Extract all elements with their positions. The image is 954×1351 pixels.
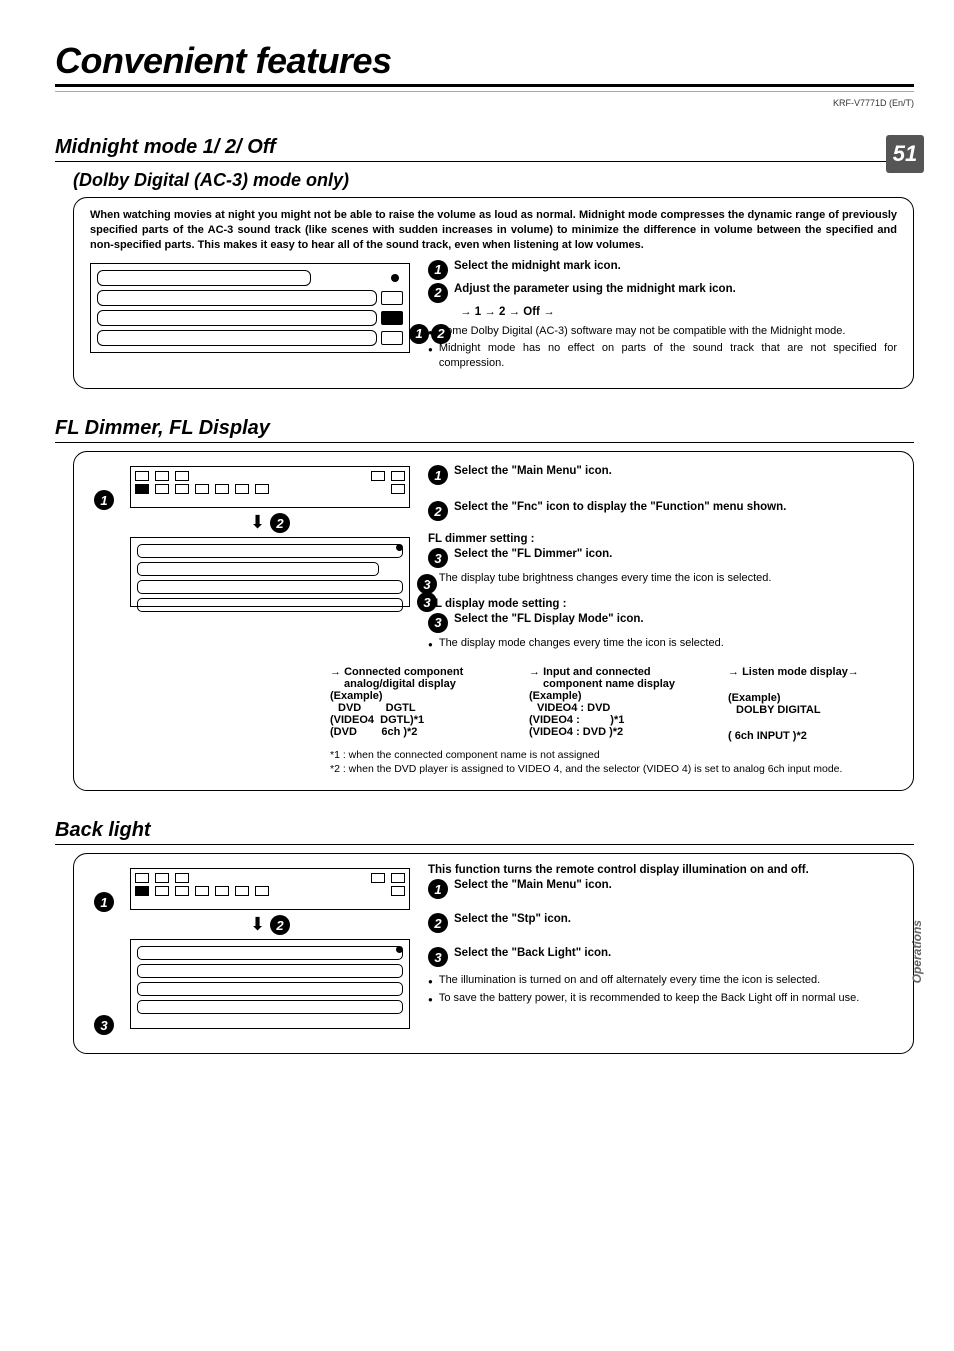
fl-display-head: FL display mode setting : <box>428 598 897 610</box>
fl-col2-example: (Example) <box>529 690 698 702</box>
callout-2: 2 <box>431 324 451 344</box>
midnight-subheading: (Dolby Digital (AC-3) mode only) <box>73 170 914 191</box>
title-rule-thick <box>55 84 914 87</box>
fl-dimmer-head: FL dimmer setting : <box>428 533 897 545</box>
fl-col3-h1: Listen mode display→ <box>742 666 859 678</box>
down-arrow-icon: ⬇ 2 <box>130 914 410 935</box>
fl-col2-l3: (VIDEO4 : DVD )*2 <box>529 726 698 738</box>
title-rule-thin <box>55 91 914 92</box>
bl-callout-1: 1 <box>94 892 114 912</box>
fl-col2-h1: Input and connected <box>543 666 651 678</box>
document-id: KRF-V7771D (En/T) <box>55 98 914 108</box>
midnight-box: When watching movies at night you might … <box>73 197 914 389</box>
bullet-icon <box>428 973 433 988</box>
bullet-icon <box>428 991 433 1006</box>
fl-col1-l1: DVD DGTL <box>338 702 499 714</box>
fl-callout-2: 2 <box>270 513 290 533</box>
fl-remote-body: 3 3 <box>130 537 410 607</box>
fl-footnote2: *2 : when the DVD player is assigned to … <box>330 762 897 776</box>
midnight-note1: Some Dolby Digital (AC-3) software may n… <box>439 324 846 339</box>
midnight-step2: Adjust the parameter using the midnight … <box>454 283 736 295</box>
fl-step3b: Select the "FL Display Mode" icon. <box>454 613 644 625</box>
backlight-step3: Select the "Back Light" icon. <box>454 947 611 959</box>
fl-box: 1 ⬇ 2 3 3 1Select the "Main Menu" icon. … <box>73 451 914 791</box>
bl-remote-body <box>130 939 410 1029</box>
bl-step-bubble-1: 1 <box>428 879 448 899</box>
down-arrow-icon: ⬇ 2 <box>130 512 410 533</box>
fl-col2-l1: VIDEO4 : DVD <box>537 702 698 714</box>
bullet-icon <box>428 571 433 586</box>
fl-col3-l1: DOLBY DIGITAL <box>736 704 897 716</box>
fl-step1: Select the "Main Menu" icon. <box>454 465 612 477</box>
fl-col2-h2: component name display <box>543 678 698 690</box>
bullet-icon <box>428 341 433 371</box>
backlight-box: 1 ⬇ 2 3 This function turns the remote c… <box>73 853 914 1054</box>
fl-col1-example: (Example) <box>330 690 499 702</box>
fl-callout-1: 1 <box>94 490 114 510</box>
step-bubble-2: 2 <box>428 283 448 303</box>
backlight-note2: To save the battery power, it is recomme… <box>439 991 859 1006</box>
backlight-note1: The illumination is turned on and off al… <box>439 973 820 988</box>
bl-remote-screen <box>130 868 410 910</box>
midnight-sequence: → 1 → 2 → Off → <box>460 306 897 318</box>
fl-col1-l2: (VIDEO4 DGTL)*1 <box>330 714 499 726</box>
fl-step3a: Select the "FL Dimmer" icon. <box>454 548 612 560</box>
midnight-heading: Midnight mode 1/ 2/ Off <box>55 136 914 162</box>
bl-step-bubble-3: 3 <box>428 947 448 967</box>
fl-col2-l2: (VIDEO4 : )*1 <box>529 714 698 726</box>
fl-display-note: The display mode changes every time the … <box>439 636 724 651</box>
bl-callout-3: 3 <box>94 1015 114 1035</box>
backlight-heading: Back light <box>55 819 914 845</box>
page-title: Convenient features <box>55 40 914 82</box>
fl-col3-l3: ( 6ch INPUT )*2 <box>728 730 897 742</box>
fl-dimmer-note: The display tube brightness changes ever… <box>439 571 772 586</box>
fl-step-bubble-2: 2 <box>428 501 448 521</box>
midnight-note2: Midnight mode has no effect on parts of … <box>439 341 897 371</box>
backlight-step2: Select the "Stp" icon. <box>454 913 571 925</box>
callout-1: 1 <box>409 324 429 344</box>
fl-display-modes-table: Connected component analog/digital displ… <box>330 666 897 742</box>
side-section-tab: Operations <box>910 920 924 983</box>
bl-callout-2: 2 <box>270 915 290 935</box>
fl-step-bubble-3b: 3 <box>428 613 448 633</box>
page-number-tab: 51 <box>886 135 924 173</box>
backlight-intro: This function turns the remote control d… <box>428 864 897 876</box>
fl-col1-h2: analog/digital display <box>344 678 499 690</box>
fl-step2: Select the "Fnc" icon to display the "Fu… <box>454 501 786 513</box>
fl-col1-l3: (DVD 6ch )*2 <box>330 726 499 738</box>
step-bubble-1: 1 <box>428 260 448 280</box>
fl-heading: FL Dimmer, FL Display <box>55 417 914 443</box>
fl-step-bubble-3a: 3 <box>428 548 448 568</box>
backlight-step1: Select the "Main Menu" icon. <box>454 879 612 891</box>
fl-col1-h1: Connected component <box>344 666 463 678</box>
fl-remote-screen-1 <box>130 466 410 508</box>
bl-step-bubble-2: 2 <box>428 913 448 933</box>
midnight-lcd-figure: 1 2 <box>90 263 410 353</box>
fl-footnote1: *1 : when the connected component name i… <box>330 748 897 762</box>
fl-step-bubble-1: 1 <box>428 465 448 485</box>
midnight-step1: Select the midnight mark icon. <box>454 260 621 272</box>
midnight-intro: When watching movies at night you might … <box>90 208 897 253</box>
fl-col3-example: (Example) <box>728 692 897 704</box>
bullet-icon <box>428 636 433 651</box>
